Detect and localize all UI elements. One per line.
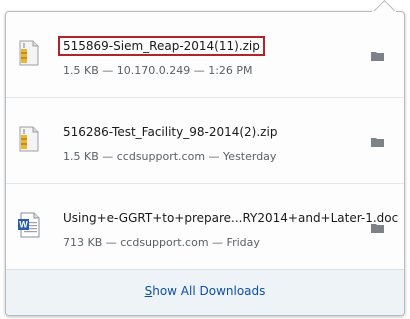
download-meta: 713 KB — ccdsupport.com — Friday — [63, 236, 260, 249]
svg-text:W: W — [19, 220, 28, 230]
open-folder-icon[interactable] — [371, 50, 384, 61]
show-all-label: how All Downloads — [152, 284, 266, 298]
downloads-list: 515869-Siem_Reap-2014(11).zip 1.5 KB — 1… — [6, 12, 404, 270]
downloads-footer: Show All Downloads — [6, 269, 404, 315]
download-item-2[interactable]: 516286-Test_Facility_98-2014(2).zip 1.5 … — [6, 98, 404, 184]
download-filename: Using+e-GGRT+to+prepare...RY2014+and+Lat… — [63, 211, 399, 225]
download-filename: 515869-Siem_Reap-2014(11).zip — [58, 36, 265, 56]
download-meta: 1.5 KB — 10.170.0.249 — 1:26 PM — [63, 64, 253, 77]
download-item-1[interactable]: 515869-Siem_Reap-2014(11).zip 1.5 KB — 1… — [6, 12, 404, 98]
show-all-downloads-link[interactable]: Show All Downloads — [145, 284, 266, 298]
panel-arrow-cover — [372, 11, 396, 15]
open-folder-icon[interactable] — [371, 222, 384, 233]
download-meta: 1.5 KB — ccdsupport.com — Yesterday — [63, 150, 277, 163]
open-folder-icon[interactable] — [371, 136, 384, 147]
zip-archive-icon — [19, 40, 39, 66]
download-filename: 516286-Test_Facility_98-2014(2).zip — [63, 125, 278, 139]
downloads-panel: 515869-Siem_Reap-2014(11).zip 1.5 KB — 1… — [5, 11, 405, 316]
zip-archive-icon — [19, 126, 39, 152]
word-document-icon: W — [18, 212, 40, 238]
download-item-3[interactable]: W Using+e-GGRT+to+prepare...RY2014+and+L… — [6, 184, 404, 270]
